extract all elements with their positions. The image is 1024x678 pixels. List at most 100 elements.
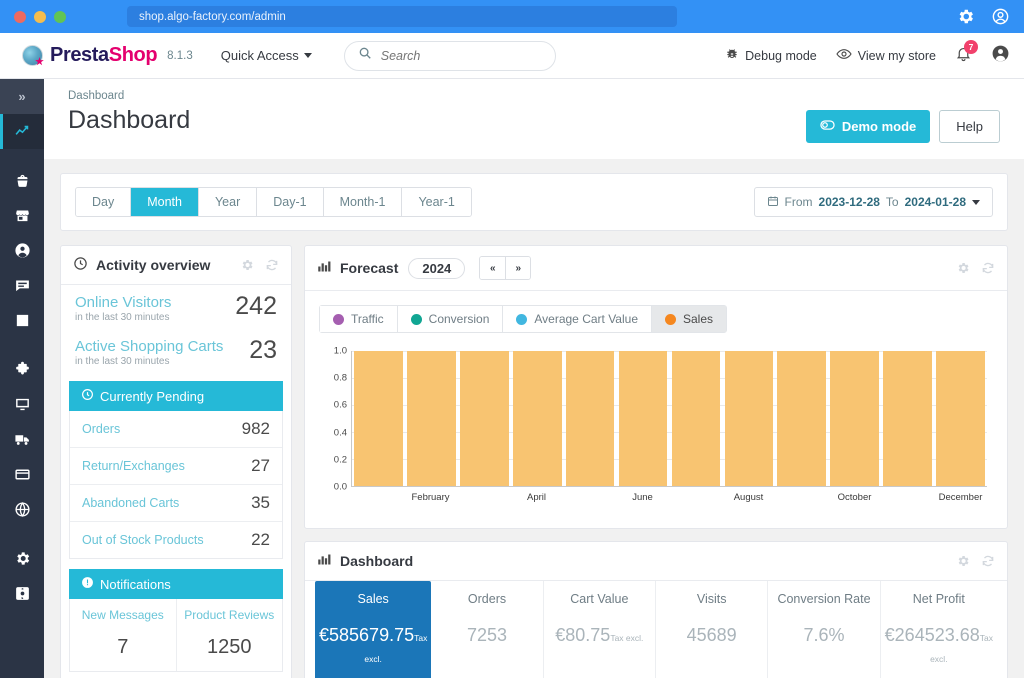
next-year-button[interactable]: » [505, 257, 531, 279]
activity-overview-header: Activity overview [61, 246, 291, 285]
tab-day[interactable]: Day [76, 188, 132, 216]
metric-label[interactable]: Active Shopping Carts [75, 338, 223, 355]
pending-label: Abandoned Carts [82, 496, 180, 510]
basket-icon [17, 174, 27, 187]
y-tick: 0.2 [333, 454, 347, 466]
range-from-date: 2023-12-28 [818, 195, 880, 209]
notification-new-messages[interactable]: New Messages 7 [70, 599, 176, 671]
sidebar-item-advanced-parameters[interactable] [0, 576, 44, 611]
credit-card-icon [14, 469, 30, 480]
range-to-date: 2024-01-28 [904, 195, 966, 209]
brand-shop: Shop [108, 44, 158, 66]
tab-day-1[interactable]: Day-1 [257, 188, 324, 216]
sidebar-item-customers[interactable] [0, 233, 44, 268]
header-actions: Debug mode View my store 7 [725, 39, 1010, 68]
tab-month[interactable]: Month [131, 188, 199, 216]
help-button[interactable]: Help [939, 110, 1000, 143]
date-range-picker[interactable]: From 2023-12-28 To 2024-01-28 [753, 187, 993, 217]
kpi-conversion-rate[interactable]: Conversion Rate 7.6% [768, 581, 881, 678]
pending-row-returns[interactable]: Return/Exchanges 27 [70, 448, 282, 485]
debug-mode-link[interactable]: Debug mode [725, 47, 817, 64]
prestashop-logo[interactable]: PrestaShop 8.1.3 [22, 44, 193, 67]
gear-icon[interactable] [240, 258, 254, 272]
demo-mode-button[interactable]: Demo mode [805, 110, 931, 143]
legend-label: Traffic [351, 312, 384, 326]
gear-icon[interactable] [956, 554, 970, 568]
tab-month-1[interactable]: Month-1 [323, 188, 403, 216]
chart-bar[interactable] [883, 351, 933, 486]
notifications-header: Notifications [69, 569, 283, 599]
sidebar-item-modules[interactable] [0, 352, 44, 387]
view-my-store-link[interactable]: View my store [836, 46, 936, 65]
sidebar-item-shipping[interactable] [0, 422, 44, 457]
metric-label[interactable]: Online Visitors [75, 294, 171, 311]
legend-label: Conversion [428, 312, 490, 326]
sidebar-item-catalog[interactable] [0, 198, 44, 233]
range-from-label: From [784, 195, 813, 209]
sidebar-item-orders[interactable] [0, 163, 44, 198]
metric-sublabel: in the last 30 minutes [75, 312, 170, 323]
panel-tools [956, 261, 995, 275]
kpi-sales[interactable]: Sales €585679.75Tax excl. [315, 581, 432, 678]
dashboard-kpi-header: Dashboard [305, 542, 1007, 581]
refresh-icon[interactable] [981, 554, 995, 568]
search-box[interactable] [343, 40, 556, 71]
chart-bar[interactable] [936, 351, 985, 486]
sidebar-item-stats[interactable] [0, 303, 44, 338]
sidebar-item-dashboard[interactable] [0, 114, 44, 149]
gear-icon[interactable] [956, 261, 970, 275]
chart-bar[interactable] [512, 351, 562, 486]
search-input[interactable] [380, 48, 542, 63]
user-account-icon[interactable] [991, 44, 1010, 68]
legend-item-traffic[interactable]: Traffic [320, 306, 397, 332]
tab-year[interactable]: Year [198, 188, 258, 216]
legend-item-average-cart-value[interactable]: Average Cart Value [502, 306, 651, 332]
sidebar-item-payment[interactable] [0, 457, 44, 492]
sidebar-item-shop-parameters[interactable] [0, 541, 44, 576]
refresh-icon[interactable] [981, 261, 995, 275]
sidebar-item-customer-service[interactable] [0, 268, 44, 303]
forecast-year[interactable]: 2024 [408, 257, 466, 279]
pending-row-orders[interactable]: Orders 982 [70, 411, 282, 448]
x-tick-label [457, 492, 510, 503]
tab-year-1[interactable]: Year-1 [402, 188, 471, 216]
chart-bar[interactable] [724, 351, 774, 486]
notifications-button[interactable]: 7 [955, 39, 978, 67]
browser-account-icon[interactable] [991, 7, 1010, 26]
sidebar-item-design[interactable] [0, 387, 44, 422]
refresh-icon[interactable] [265, 258, 279, 272]
minimize-window-button[interactable] [34, 10, 46, 23]
chart-bar[interactable] [671, 351, 721, 486]
sidebar-toggle-button[interactable]: » [0, 79, 44, 114]
quick-access-menu[interactable]: Quick Access [221, 48, 312, 63]
legend-item-sales[interactable]: Sales [651, 306, 727, 332]
clock-icon [81, 388, 94, 404]
currently-pending-list: Orders 982 Return/Exchanges 27 Abandoned… [69, 411, 283, 559]
chart-bar[interactable] [830, 351, 880, 486]
pending-row-abandoned-carts[interactable]: Abandoned Carts 35 [70, 485, 282, 522]
x-tick-label: February [411, 492, 450, 503]
chart-bar[interactable] [618, 351, 668, 486]
address-bar[interactable]: shop.algo-factory.com/admin [127, 6, 677, 27]
close-window-button[interactable] [14, 10, 26, 23]
previous-year-button[interactable]: « [480, 257, 506, 279]
maximize-window-button[interactable] [54, 10, 66, 23]
chart-bar[interactable] [459, 351, 509, 486]
page-title: Dashboard [68, 106, 191, 134]
kpi-cart-value[interactable]: Cart Value €80.75Tax excl. [544, 581, 656, 678]
kpi-visits[interactable]: Visits 45689 [656, 581, 769, 678]
chart-bar[interactable] [565, 351, 615, 486]
sidebar-item-international[interactable] [0, 492, 44, 527]
y-tick: 0.6 [333, 399, 347, 411]
y-tick: 0.8 [333, 372, 347, 384]
pending-row-out-of-stock[interactable]: Out of Stock Products 22 [70, 522, 282, 558]
kpi-orders[interactable]: Orders 7253 [431, 581, 544, 678]
legend-item-conversion[interactable]: Conversion [396, 306, 503, 332]
kpi-net-profit[interactable]: Net Profit €264523.68Tax excl. [881, 581, 997, 678]
gear-icon[interactable] [956, 7, 975, 26]
chart-bar[interactable] [354, 351, 403, 486]
chart-bar[interactable] [777, 351, 827, 486]
notification-product-reviews[interactable]: Product Reviews 1250 [175, 599, 283, 671]
x-tick-label [775, 492, 828, 503]
chart-bar[interactable] [407, 351, 456, 486]
